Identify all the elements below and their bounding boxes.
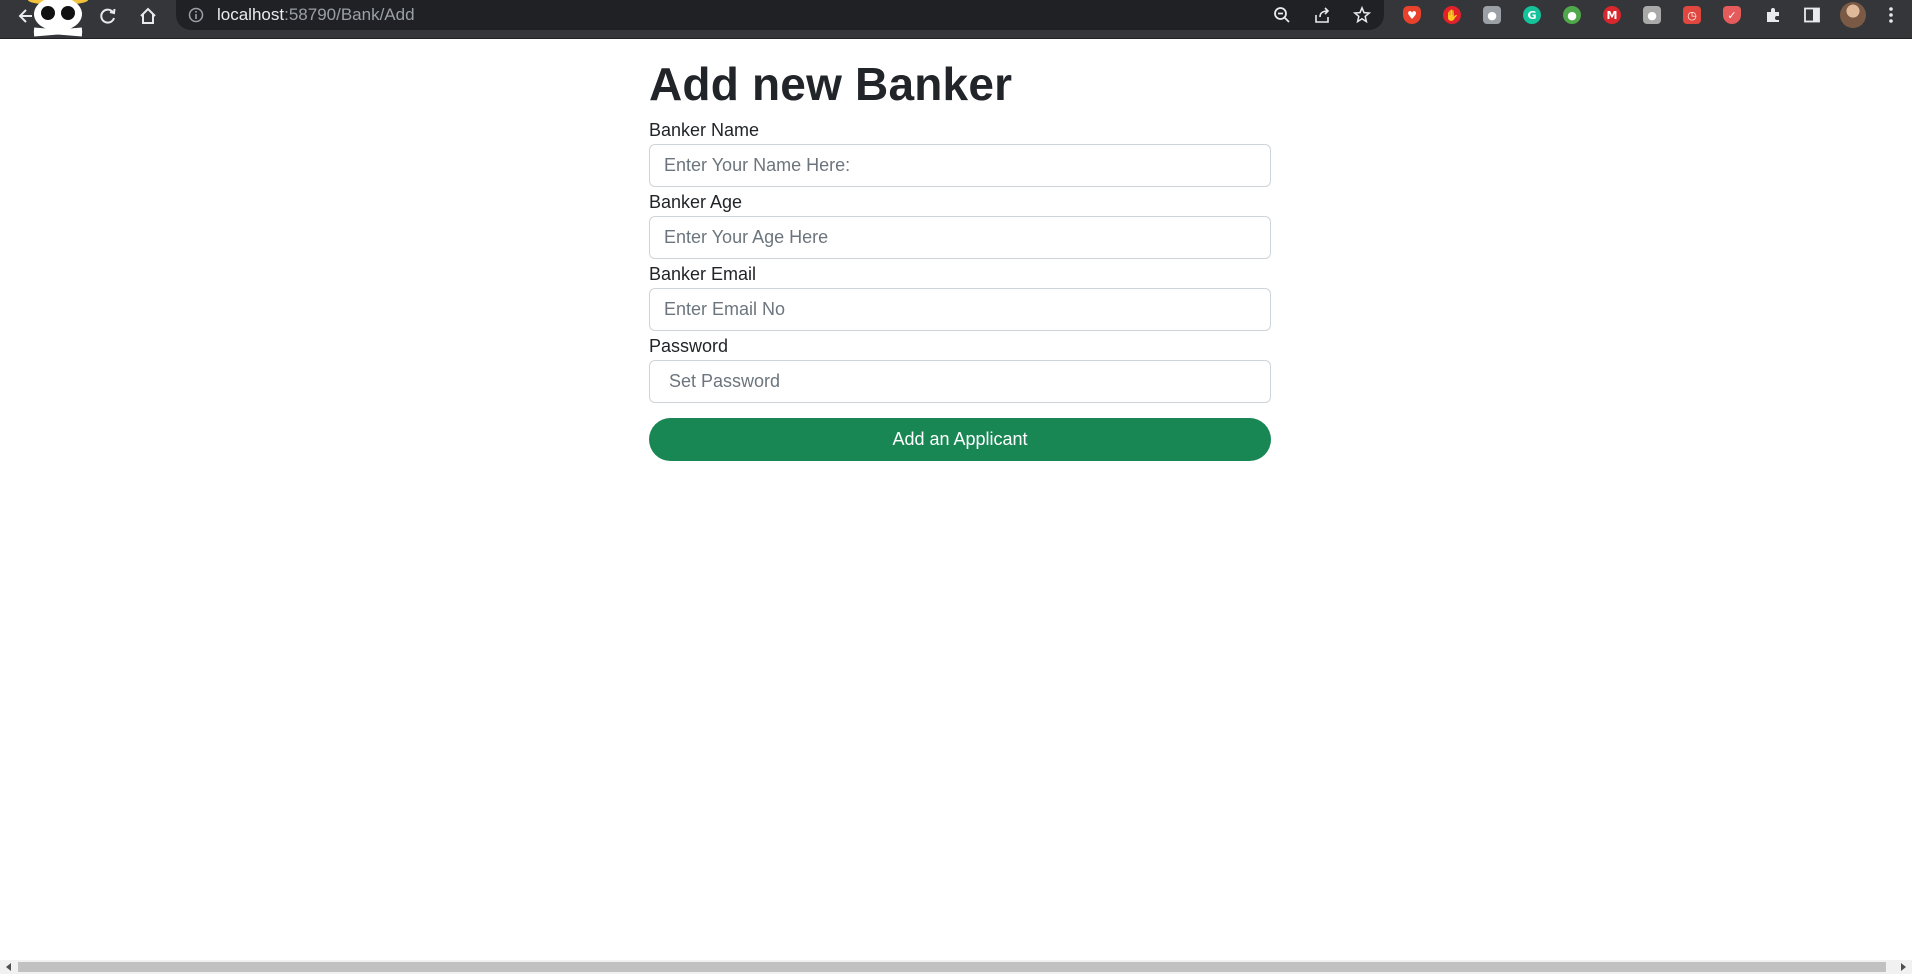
shield-extension-icon[interactable]: ✓ [1721, 4, 1743, 26]
puzzle-icon[interactable] [1762, 4, 1784, 26]
reload-icon[interactable] [92, 2, 124, 30]
globe-extension-icon[interactable]: ● [1561, 4, 1583, 26]
zoom-out-icon[interactable] [1270, 4, 1294, 26]
url-text: localhost:58790/Bank/Add [217, 5, 415, 25]
add-applicant-button[interactable]: Add an Applicant [649, 418, 1271, 461]
home-icon[interactable] [132, 2, 164, 30]
password-label: Password [649, 336, 729, 356]
address-bar[interactable]: localhost:58790/Bank/Add [176, 0, 1384, 30]
tampermonkey-icon[interactable]: ● [1641, 4, 1663, 26]
back-arrow-icon[interactable] [10, 2, 42, 30]
brave-shield-icon[interactable]: ♥ [1401, 4, 1423, 26]
gray-extension-icon[interactable]: ● [1481, 4, 1503, 26]
profile-avatar[interactable] [1840, 2, 1866, 28]
banker-age-label: Banker Age [649, 192, 743, 212]
url-host: localhost [217, 5, 285, 24]
side-panel-icon[interactable] [1801, 4, 1823, 26]
banker-name-input[interactable] [649, 144, 1271, 187]
grammarly-icon[interactable]: G [1521, 4, 1543, 26]
red-timer-icon[interactable]: ◷ [1681, 4, 1703, 26]
share-icon[interactable] [1310, 4, 1334, 26]
info-icon[interactable] [188, 7, 204, 28]
browser-toolbar: localhost:58790/Bank/Add ♥ ✋ ● G ● M ● ◷… [0, 0, 1912, 39]
banker-email-label: Banker Email [649, 264, 757, 284]
adblock-hand-icon[interactable]: ✋ [1441, 4, 1463, 26]
password-input[interactable] [649, 360, 1271, 403]
scroll-left-icon[interactable] [2, 962, 16, 972]
banker-name-label: Banker Name [649, 120, 760, 140]
url-path: :58790/Bank/Add [284, 5, 415, 24]
horizontal-scrollbar[interactable] [0, 960, 1912, 974]
scrollbar-thumb[interactable] [18, 962, 1886, 972]
mega-icon[interactable]: M [1601, 4, 1623, 26]
scroll-right-icon[interactable] [1896, 962, 1910, 972]
star-icon[interactable] [1350, 4, 1374, 26]
add-banker-form: Banker Name Banker Age Banker Email Pass… [649, 118, 1271, 461]
add-banker-form-container: Add new Banker Banker Name Banker Age Ba… [649, 38, 1271, 461]
banker-email-input[interactable] [649, 288, 1271, 331]
page-title: Add new Banker [649, 58, 1013, 110]
banker-age-input[interactable] [649, 216, 1271, 259]
kebab-menu-icon[interactable] [1880, 4, 1902, 26]
